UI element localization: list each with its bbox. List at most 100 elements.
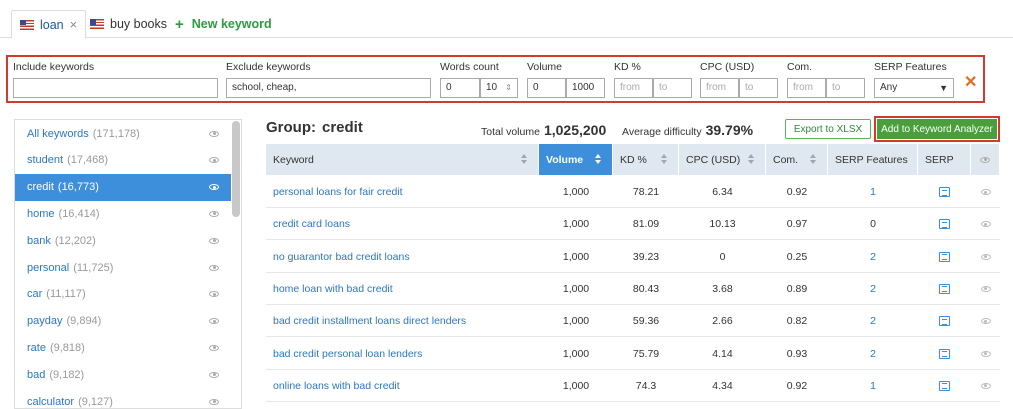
sidebar-item-rate[interactable]: rate (9,818) <box>15 334 231 361</box>
sidebar-item-payday[interactable]: payday (9,894) <box>15 308 231 335</box>
cell-serp[interactable]: 1 <box>828 370 918 402</box>
serp-document-icon[interactable] <box>939 187 950 197</box>
cell-cpc: 6.34 <box>712 186 733 198</box>
eye-icon[interactable] <box>980 189 991 195</box>
column-keyword[interactable]: Keyword <box>266 144 539 175</box>
volume-from-input[interactable]: 0 <box>527 78 566 98</box>
sidebar-item-bad[interactable]: bad (9,182) <box>15 361 231 388</box>
eye-icon[interactable] <box>980 382 991 389</box>
visibility-cell <box>971 176 1000 208</box>
serp-document-icon[interactable] <box>939 380 950 391</box>
sidebar-item-all-keywords[interactable]: All keywords (171,178) <box>15 120 231 147</box>
cell-serp[interactable]: 2 <box>828 338 918 370</box>
column-kd-label: KD % <box>620 153 647 166</box>
sidebar-item-home[interactable]: home (16,414) <box>15 200 231 227</box>
eye-icon[interactable] <box>980 318 991 325</box>
eye-icon[interactable] <box>209 157 219 164</box>
cpc-from-input[interactable]: from <box>700 78 739 98</box>
eye-icon[interactable] <box>209 237 219 244</box>
serp-document-icon[interactable] <box>939 316 950 327</box>
eye-icon[interactable] <box>980 285 991 292</box>
com-from-input[interactable]: from <box>787 78 826 98</box>
cell-cpc: 4.34 <box>712 379 733 392</box>
table-row: home loan with bad credit 1,000 80.43 3.68 0… <box>266 273 1000 305</box>
sidebar-item-calculator[interactable]: calculator (9,127) <box>15 388 231 408</box>
sidebar-item-credit[interactable]: credit (16,773) <box>15 173 231 201</box>
cell-volume: 1,000 <box>562 347 590 360</box>
cell-keyword[interactable]: bad credit installment loans direct lend… <box>266 305 539 337</box>
eye-icon[interactable] <box>209 344 219 351</box>
cell-serp[interactable]: 2 <box>828 273 918 305</box>
add-to-keyword-analyzer-button[interactable]: Add to Keyword Analyzer <box>877 119 997 139</box>
column-serp-features[interactable]: SERP Features <box>828 144 918 175</box>
visibility-cell <box>971 370 1000 402</box>
tab-loan[interactable]: loan × <box>11 10 87 39</box>
serp-document-icon[interactable] <box>939 219 950 230</box>
words-count-to-input[interactable]: 10 ⇕ <box>480 78 518 98</box>
cell-keyword[interactable]: no guarantor bad credit loans <box>266 241 539 273</box>
eye-icon[interactable] <box>209 291 219 298</box>
exclude-keywords-label: Exclude keywords <box>226 61 311 73</box>
eye-icon[interactable] <box>209 318 219 325</box>
tab-buy-books[interactable]: buy books <box>90 10 167 38</box>
serp-features-select[interactable]: Any ▼ <box>874 78 954 98</box>
column-volume-label: Volume <box>546 153 584 166</box>
eye-icon[interactable] <box>980 156 990 163</box>
sidebar-item-count: (17,468) <box>67 154 109 167</box>
serp-document-icon[interactable] <box>939 348 950 359</box>
exclude-keywords-input[interactable]: school, cheap, <box>226 78 431 98</box>
serp-document-icon[interactable] <box>939 283 950 294</box>
stepper-icon[interactable]: ⇕ <box>505 79 512 97</box>
eye-icon[interactable] <box>209 398 219 405</box>
cell-serp[interactable]: 2 <box>828 305 918 337</box>
cell-keyword[interactable]: bad credit personal loan lenders <box>266 338 539 370</box>
sidebar-item-personal[interactable]: personal (11,725) <box>15 254 231 281</box>
column-keyword-label: Keyword <box>273 153 314 166</box>
eye-icon[interactable] <box>209 210 219 217</box>
column-kd[interactable]: KD % <box>613 144 679 175</box>
sidebar-item-car[interactable]: car (11,117) <box>15 281 231 308</box>
sidebar-item-label: personal (11,725) <box>27 262 113 274</box>
volume-filter: Volume 0 1000 <box>527 60 605 98</box>
cpc-label: CPC (USD) <box>700 61 755 73</box>
export-xlsx-button[interactable]: Export to XLSX <box>785 119 871 139</box>
kd-from-input[interactable]: from <box>614 78 653 98</box>
sidebar-item-student[interactable]: student (17,468) <box>15 147 231 174</box>
new-keyword-button[interactable]: + New keyword <box>175 10 272 38</box>
close-icon[interactable]: × <box>70 17 78 32</box>
sidebar-scrollbar[interactable] <box>232 121 240 217</box>
column-com[interactable]: Com. <box>766 144 828 175</box>
eye-icon[interactable] <box>980 221 991 228</box>
column-volume[interactable]: Volume <box>539 144 613 175</box>
eye-icon[interactable] <box>980 253 991 260</box>
volume-to-input[interactable]: 1000 <box>566 78 605 98</box>
eye-icon[interactable] <box>209 130 219 137</box>
column-visibility[interactable] <box>971 144 1000 175</box>
com-to-input[interactable]: to <box>826 78 865 98</box>
column-cpc[interactable]: CPC (USD) <box>679 144 766 175</box>
cell-keyword[interactable]: credit card loans <box>266 208 539 240</box>
eye-icon[interactable] <box>980 350 991 357</box>
cpc-to-input[interactable]: to <box>739 78 778 98</box>
sort-icon <box>661 154 668 165</box>
cell-serp[interactable]: 1 <box>828 176 918 208</box>
serp-features-label: SERP Features <box>874 61 947 73</box>
sidebar-item-bank[interactable]: bank (12,202) <box>15 227 231 254</box>
cell-serp[interactable]: 2 <box>828 241 918 273</box>
cell-keyword[interactable]: personal loans for fair credit <box>266 176 539 208</box>
cell-keyword[interactable]: online loans with bad credit <box>266 370 539 402</box>
serp-cell <box>918 305 971 337</box>
words-count-from-input[interactable]: 0 <box>440 78 480 98</box>
clear-filters-icon[interactable]: ✕ <box>964 72 977 92</box>
sidebar-item-count: (9,127) <box>78 395 113 408</box>
kd-to-input[interactable]: to <box>653 78 692 98</box>
include-keywords-input[interactable] <box>13 78 218 98</box>
cell-com: 0.92 <box>786 186 808 198</box>
cell-keyword[interactable]: home loan with bad credit <box>266 273 539 305</box>
serp-document-icon[interactable] <box>939 251 950 262</box>
eye-icon[interactable] <box>209 264 219 271</box>
column-serp[interactable]: SERP <box>918 144 971 175</box>
table-row: personal loans for fair credit 1,000 78.21… <box>266 176 1000 208</box>
eye-icon[interactable] <box>209 184 219 191</box>
eye-icon[interactable] <box>209 371 219 378</box>
